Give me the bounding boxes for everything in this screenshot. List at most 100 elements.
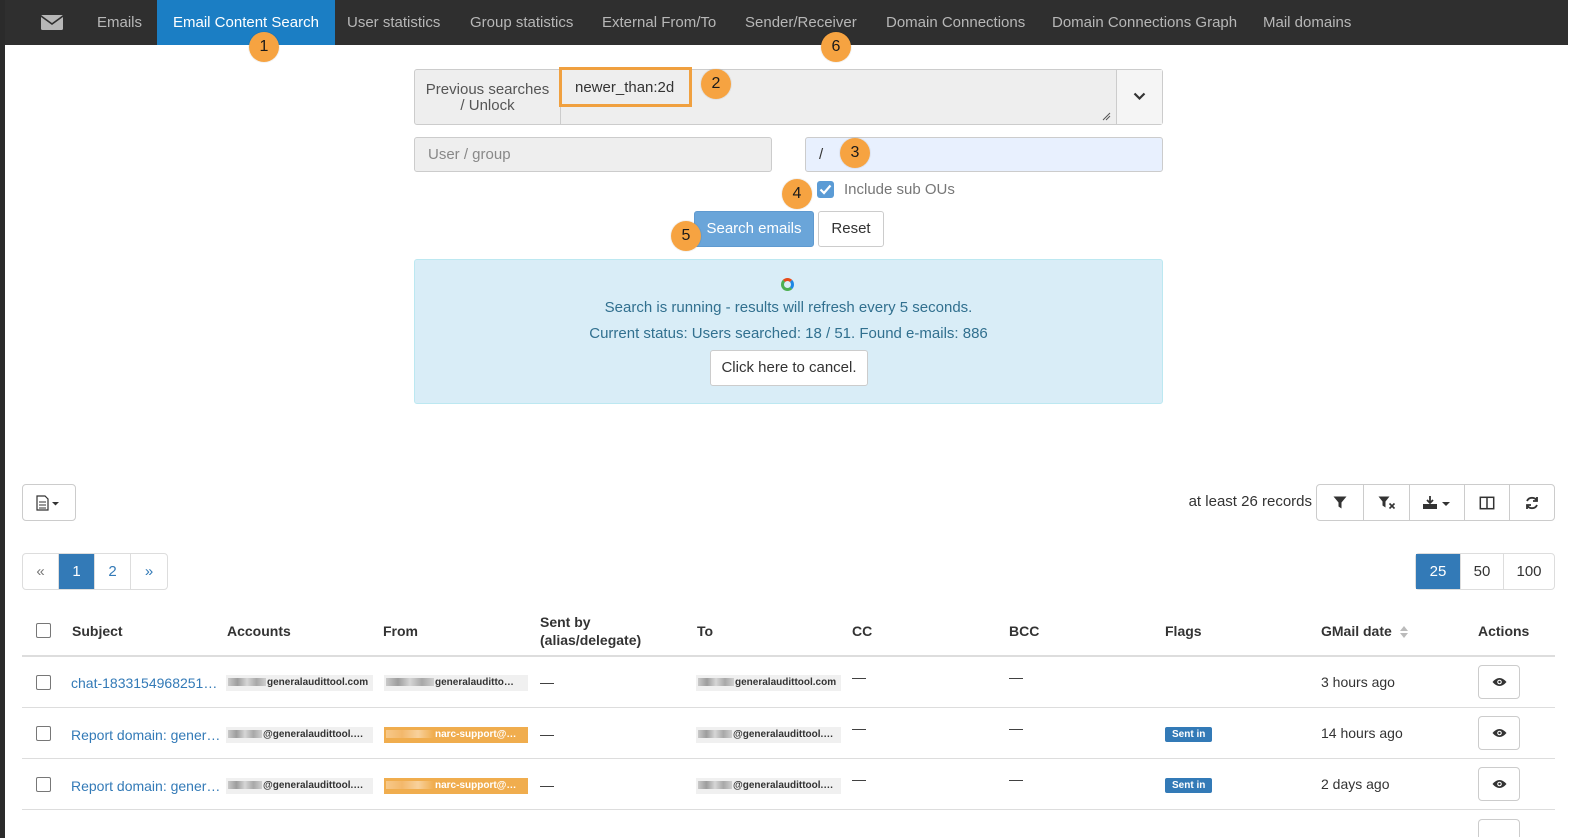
- resize-grip-icon[interactable]: [1102, 112, 1111, 121]
- previous-searches-button[interactable]: Previous searches / Unlock: [415, 70, 561, 124]
- view-email-button[interactable]: [1478, 716, 1520, 750]
- callout-1: 1: [249, 32, 279, 62]
- checkmark-icon: [819, 184, 832, 195]
- nav-emails[interactable]: Emails: [97, 0, 142, 45]
- page-next[interactable]: »: [131, 554, 167, 589]
- row-to-chip: generalaudittool.com: [696, 675, 841, 691]
- top-nav: Emails Email Content Search User statist…: [5, 0, 1568, 45]
- row-subject-link[interactable]: chat-1833154968251…: [71, 675, 217, 691]
- row-cc: —: [852, 720, 866, 736]
- row-sent-by: —: [540, 674, 554, 690]
- query-highlight-frame: [559, 67, 692, 107]
- filter-button[interactable]: [1317, 485, 1364, 520]
- select-all-checkbox[interactable]: [36, 623, 51, 638]
- row-to-chip: @generalaudittool.…: [696, 727, 841, 743]
- row-from-text: narc-support@…: [435, 780, 517, 791]
- row-account-text: generalaudittool.com: [267, 677, 369, 688]
- reset-button[interactable]: Reset: [818, 211, 884, 247]
- envelope-icon[interactable]: [41, 15, 63, 30]
- window-left-edge: [0, 0, 5, 838]
- nav-user-statistics[interactable]: User statistics: [347, 0, 440, 45]
- row-date: 2 days ago: [1321, 776, 1390, 792]
- view-email-button[interactable]: [1478, 767, 1520, 801]
- nav-domain-connections[interactable]: Domain Connections: [886, 0, 1025, 45]
- table-toolbar: [1316, 484, 1555, 521]
- row-checkbox[interactable]: [36, 675, 51, 690]
- table-row[interactable]: chat-1833154968251… generalaudittool.com…: [22, 657, 1555, 708]
- row-account-text: @generalaudittool.…: [263, 780, 364, 791]
- row-checkbox[interactable]: [36, 726, 51, 741]
- previous-searches-dropdown[interactable]: [1116, 70, 1162, 124]
- search-emails-button[interactable]: Search emails: [694, 211, 814, 247]
- callout-2: 2: [701, 69, 731, 99]
- status-progress: Current status: Users searched: 18 / 51.…: [589, 325, 988, 342]
- header-from[interactable]: From: [383, 622, 418, 640]
- callout-5: 5: [671, 221, 701, 251]
- header-flags[interactable]: Flags: [1165, 622, 1202, 640]
- page-prev[interactable]: «: [23, 554, 59, 589]
- row-from-text: narc-support@…: [435, 729, 517, 740]
- header-sent-by[interactable]: Sent by (alias/delegate): [540, 613, 641, 649]
- page-size-100[interactable]: 100: [1504, 554, 1554, 589]
- table-row[interactable]: Report domain: gener… @generalaudittool.…: [22, 759, 1555, 810]
- row-subject-link[interactable]: Report domain: gener…: [71, 727, 220, 743]
- header-accounts[interactable]: Accounts: [227, 622, 291, 640]
- chevron-down-icon: [1133, 92, 1146, 101]
- nav-external-from-to[interactable]: External From/To: [602, 0, 716, 45]
- row-bcc: —: [1009, 720, 1023, 736]
- row-sent-by: —: [540, 777, 554, 793]
- loading-spinner-icon: [781, 278, 794, 291]
- table-header: Subject Accounts From Sent by (alias/del…: [22, 607, 1555, 657]
- row-bcc: —: [1009, 771, 1023, 787]
- row-to-text: @generalaudittool.…: [733, 780, 834, 791]
- view-email-button-partial[interactable]: [1478, 819, 1520, 837]
- eye-icon: [1492, 729, 1507, 737]
- header-subject[interactable]: Subject: [72, 622, 123, 640]
- search-query-group: Previous searches / Unlock newer_than:2d: [414, 69, 1163, 125]
- search-status-panel: Search is running - results will refresh…: [414, 259, 1163, 404]
- header-gmail-date[interactable]: GMail date: [1321, 622, 1408, 640]
- record-count: at least 26 records: [1188, 493, 1312, 510]
- cancel-search-button[interactable]: Click here to cancel.: [710, 350, 868, 386]
- row-account-chip: @generalaudittool.…: [226, 727, 373, 743]
- row-flag-badge: Sent in: [1165, 778, 1213, 793]
- callout-3: 3: [840, 138, 870, 168]
- table-row[interactable]: Report domain: gener… @generalaudittool.…: [22, 708, 1555, 759]
- nav-group-statistics[interactable]: Group statistics: [470, 0, 573, 45]
- eye-icon: [1492, 678, 1507, 686]
- unlock-label: / Unlock: [460, 97, 515, 114]
- window-right-edge: [1568, 0, 1592, 838]
- user-group-input[interactable]: User / group: [414, 137, 772, 172]
- include-sub-ous-checkbox[interactable]: [817, 181, 834, 198]
- nav-domain-connections-graph[interactable]: Domain Connections Graph: [1052, 0, 1237, 45]
- export-button[interactable]: [1410, 485, 1465, 520]
- row-account-chip: @generalaudittool.…: [226, 778, 373, 794]
- header-bcc[interactable]: BCC: [1009, 622, 1039, 640]
- page-size-25[interactable]: 25: [1416, 554, 1461, 589]
- view-email-button[interactable]: [1478, 665, 1520, 699]
- row-to-text: @generalaudittool.…: [733, 729, 834, 740]
- row-checkbox[interactable]: [36, 777, 51, 792]
- nav-mail-domains[interactable]: Mail domains: [1263, 0, 1351, 45]
- nav-email-content-search[interactable]: Email Content Search: [157, 0, 335, 45]
- row-sent-by: —: [540, 726, 554, 742]
- document-menu-button[interactable]: [22, 484, 76, 521]
- row-subject-link[interactable]: Report domain: gener…: [71, 778, 220, 794]
- pagination: « 1 2 »: [22, 553, 168, 590]
- callout-4: 4: [782, 179, 812, 209]
- refresh-button[interactable]: [1510, 485, 1554, 520]
- refresh-icon: [1526, 496, 1538, 509]
- columns-button[interactable]: [1465, 485, 1510, 520]
- document-icon: [36, 495, 59, 511]
- page-2[interactable]: 2: [95, 554, 131, 589]
- page-size-50[interactable]: 50: [1461, 554, 1504, 589]
- page-1[interactable]: 1: [59, 554, 95, 589]
- clear-filter-button[interactable]: [1364, 485, 1410, 520]
- previous-searches-label: Previous searches: [425, 81, 550, 98]
- header-cc[interactable]: CC: [852, 622, 872, 640]
- row-cc: —: [852, 771, 866, 787]
- include-sub-ous-label: Include sub OUs: [844, 181, 955, 198]
- row-account-chip: generalaudittool.com: [226, 675, 373, 691]
- header-to[interactable]: To: [697, 622, 713, 640]
- row-date: 14 hours ago: [1321, 725, 1403, 741]
